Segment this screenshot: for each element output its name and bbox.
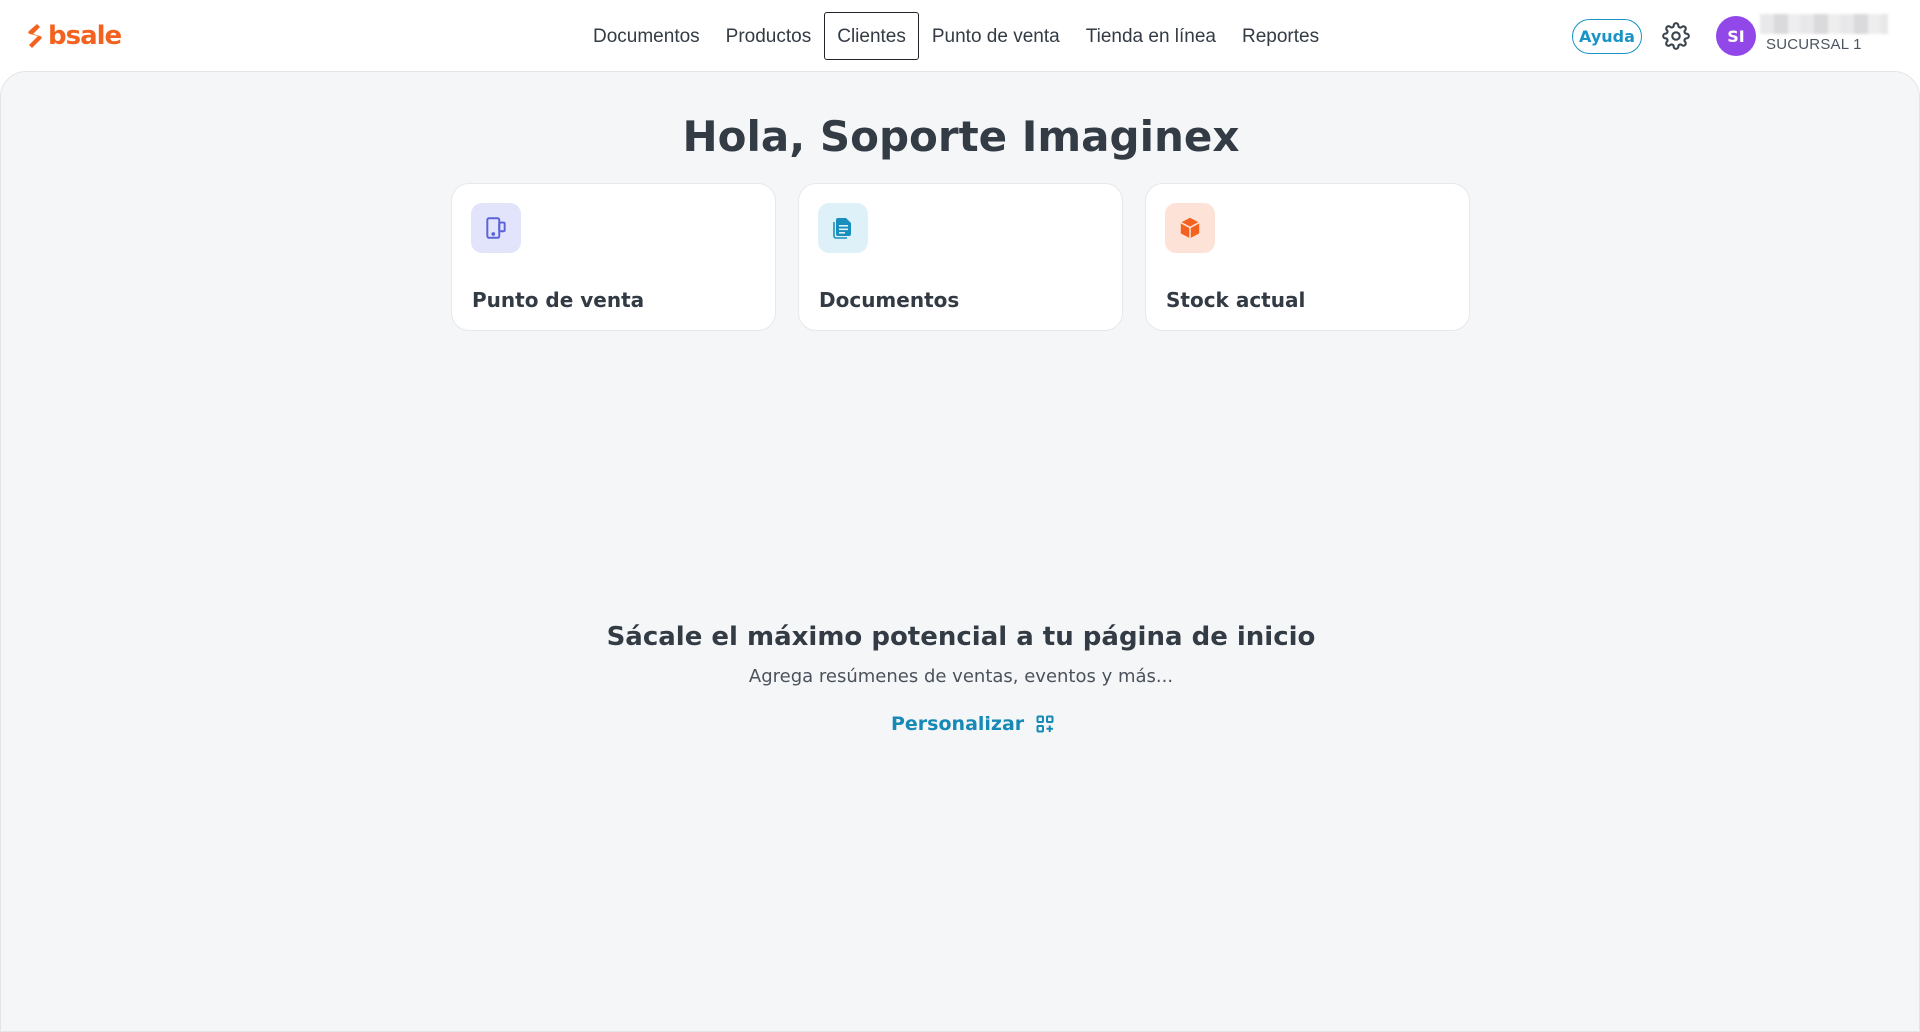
document-icon — [818, 203, 868, 253]
logo-text: bsale — [48, 21, 122, 51]
bsale-bolt-icon — [28, 24, 42, 48]
nav-tienda-en-linea[interactable]: Tienda en línea — [1073, 12, 1229, 60]
nav-punto-de-venta[interactable]: Punto de venta — [919, 12, 1073, 60]
gear-icon[interactable] — [1662, 22, 1690, 50]
customize-label: Personalizar — [891, 713, 1025, 735]
shortcut-label: Documentos — [819, 288, 960, 312]
promo-title: Sácale el máximo potencial a tu página d… — [606, 622, 1316, 652]
shortcut-label: Punto de venta — [472, 288, 645, 312]
grid-add-icon — [1036, 715, 1054, 733]
nav-reportes[interactable]: Reportes — [1229, 12, 1332, 60]
shortcut-label: Stock actual — [1166, 288, 1306, 312]
help-button[interactable]: Ayuda — [1572, 19, 1642, 54]
bsale-logo[interactable]: bsale — [26, 20, 122, 52]
customize-link[interactable]: Personalizar — [891, 710, 1054, 738]
nav-clientes[interactable]: Clientes — [824, 12, 919, 60]
user-avatar[interactable]: SI — [1716, 16, 1756, 56]
pos-terminal-icon — [471, 203, 521, 253]
box-icon — [1165, 203, 1215, 253]
branch-label[interactable]: SUCURSAL 1 — [1766, 36, 1862, 53]
top-navigation-bar: bsale Documentos Productos Clientes Punt… — [0, 0, 1920, 71]
shortcut-card-documentos[interactable]: Documentos — [798, 183, 1123, 331]
user-name-redacted — [1760, 14, 1888, 34]
nav-productos[interactable]: Productos — [713, 12, 825, 60]
home-content: Hola, Soporte Imaginex Punto de venta Do… — [0, 71, 1920, 1032]
shortcut-cards: Punto de venta Documentos Stock actual — [451, 183, 1470, 331]
promo-subtitle: Agrega resúmenes de ventas, eventos y má… — [748, 666, 1174, 687]
shortcut-card-stock-actual[interactable]: Stock actual — [1145, 183, 1470, 331]
page-title: Hola, Soporte Imaginex — [682, 112, 1240, 161]
shortcut-card-punto-de-venta[interactable]: Punto de venta — [451, 183, 776, 331]
main-nav: Documentos Productos Clientes Punto de v… — [580, 12, 1332, 60]
nav-documentos[interactable]: Documentos — [580, 12, 713, 60]
